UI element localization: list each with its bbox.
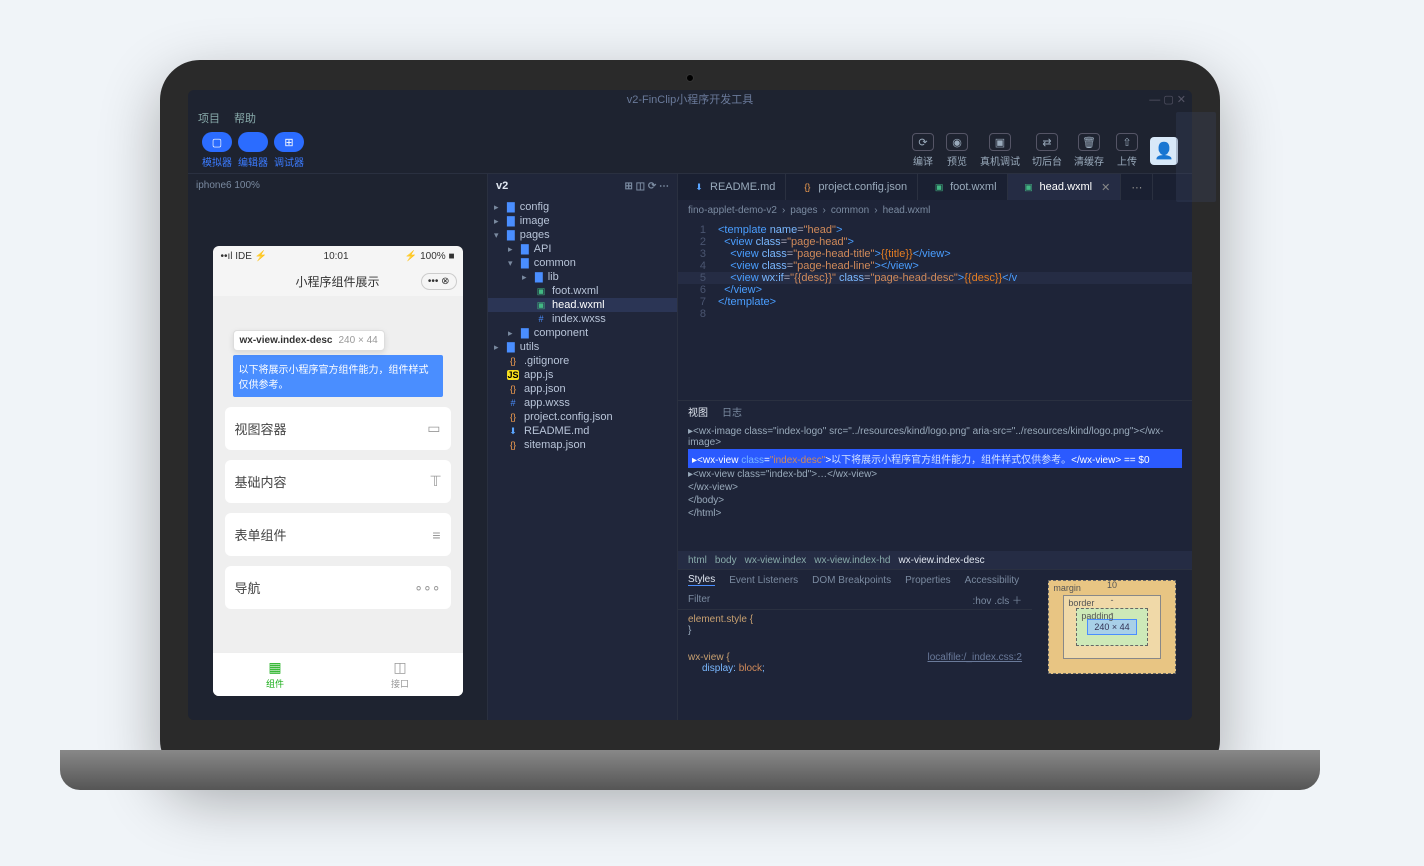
tab-api[interactable]: ◫接口 <box>338 653 463 696</box>
camera-notch <box>686 74 694 82</box>
explorer-header: v2 ⊞ ◫ ⟳ ⋯ <box>488 174 677 198</box>
tree-pages[interactable]: ▾▇pages <box>488 228 677 242</box>
code-editor[interactable]: 1<template name="head">2 <view class="pa… <box>678 220 1192 400</box>
tree-index.wxss[interactable]: #index.wxss <box>488 312 677 326</box>
tree-README.md[interactable]: ⬇README.md <box>488 424 677 438</box>
action-预览[interactable]: ◉预览 <box>946 133 968 168</box>
toolbar-编辑器[interactable]: 编辑器 <box>238 132 268 169</box>
toolbar-调试器[interactable]: ⊞调试器 <box>274 132 304 169</box>
tree-head.wxml[interactable]: ▣head.wxml <box>488 298 677 312</box>
tree-API[interactable]: ▸▇API <box>488 242 677 256</box>
phone-navbar: 小程序组件展示 ••• ⊗ <box>213 266 463 296</box>
simulator-device-label: iphone6 100% <box>188 174 487 196</box>
tab-component[interactable]: ▦组件 <box>213 653 338 696</box>
toolbar: ▢模拟器编辑器⊞调试器 ⟳编译 ◉预览 ▣真机调试 ⇄切后台 🗑清缓存 ⇧上传 👤 <box>188 128 1192 174</box>
app-screen: v2-FinClip小程序开发工具 — ▢ ✕ 项目 帮助 ▢模拟器编辑器⊞调试… <box>188 90 1192 720</box>
tree-app.wxss[interactable]: #app.wxss <box>488 396 677 410</box>
selected-element[interactable]: 以下将展示小程序官方组件能力，组件样式仅供参考。 <box>233 355 443 397</box>
explorer-actions[interactable]: ⊞ ◫ ⟳ ⋯ <box>624 181 669 192</box>
editor-panel: ⬇README.md{}project.config.json▣foot.wxm… <box>678 174 1192 720</box>
tree-config[interactable]: ▸▇config <box>488 200 677 214</box>
action-编译[interactable]: ⟳编译 <box>912 133 934 168</box>
action-切后台[interactable]: ⇄切后台 <box>1032 133 1062 168</box>
box-model: margin 10 border - padding - 240 × 44 <box>1032 570 1192 720</box>
tab-foot.wxml[interactable]: ▣foot.wxml <box>918 174 1007 200</box>
file-explorer: v2 ⊞ ◫ ⟳ ⋯ ▸▇config▸▇image▾▇pages▸▇API▾▇… <box>488 174 678 720</box>
tree-app.js[interactable]: JSapp.js <box>488 368 677 382</box>
tree-utils[interactable]: ▸▇utils <box>488 340 677 354</box>
window-title: v2-FinClip小程序开发工具 <box>627 91 754 107</box>
dom-breadcrumb[interactable]: htmlbodywx-view.indexwx-view.index-hdwx-… <box>678 551 1192 569</box>
tree-app.json[interactable]: {}app.json <box>488 382 677 396</box>
styles-filter-actions[interactable]: :hov .cls ＋ <box>973 592 1022 607</box>
window-controls[interactable]: — ▢ ✕ <box>1149 93 1186 106</box>
tree-.gitignore[interactable]: {}.gitignore <box>488 354 677 368</box>
menu-project[interactable]: 项目 <box>198 110 220 126</box>
tab-head.wxml[interactable]: ▣head.wxml✕ <box>1008 174 1122 200</box>
user-avatar[interactable]: 👤 <box>1150 137 1178 165</box>
devtools-panel: 视图 日志 ▸<wx-image class="index-logo" src=… <box>678 400 1192 720</box>
tree-common[interactable]: ▾▇common <box>488 256 677 270</box>
breadcrumb: fino-applet-demo-v2 › pages › common › h… <box>678 200 1192 220</box>
simulator-panel: iphone6 100% ••ıl IDE ⚡ 10:01 ⚡ 100% ■ 小… <box>188 174 488 720</box>
phone-tabbar: ▦组件 ◫接口 <box>213 652 463 696</box>
tab-README.md[interactable]: ⬇README.md <box>678 174 786 200</box>
styles-rules[interactable]: element.style {}</span><div class="sel-n… <box>678 610 1032 678</box>
tree-project.config.json[interactable]: {}project.config.json <box>488 410 677 424</box>
tabs-overflow[interactable]: ⋯ <box>1121 174 1153 200</box>
tree-image[interactable]: ▸▇image <box>488 214 677 228</box>
window-titlebar: v2-FinClip小程序开发工具 — ▢ ✕ <box>188 90 1192 108</box>
phone-body: wx-view.index-desc 240 × 44 以下将展示小程序官方组件… <box>213 296 463 652</box>
styles-filter[interactable]: Filter <box>688 594 710 605</box>
phone-simulator: ••ıl IDE ⚡ 10:01 ⚡ 100% ■ 小程序组件展示 ••• ⊗ … <box>213 246 463 696</box>
devtools-top-tabs: 视图 日志 <box>678 401 1192 421</box>
tree-sitemap.json[interactable]: {}sitemap.json <box>488 438 677 452</box>
list-item[interactable]: 导航∘∘∘ <box>225 566 451 609</box>
inspect-tooltip: wx-view.index-desc 240 × 44 <box>233 330 385 351</box>
styles-filter-row: Filter :hov .cls ＋ <box>678 590 1032 610</box>
main-area: iphone6 100% ••ıl IDE ⚡ 10:01 ⚡ 100% ■ 小… <box>188 174 1192 720</box>
elements-panel[interactable]: ▸<wx-image class="index-logo" src="../re… <box>678 421 1192 551</box>
menu-help[interactable]: 帮助 <box>234 110 256 126</box>
laptop-frame: v2-FinClip小程序开发工具 — ▢ ✕ 项目 帮助 ▢模拟器编辑器⊞调试… <box>160 60 1220 780</box>
action-上传[interactable]: ⇧上传 <box>1116 133 1138 168</box>
list-item[interactable]: 视图容器▭ <box>225 407 451 450</box>
toolbar-模拟器[interactable]: ▢模拟器 <box>202 132 232 169</box>
tab-project.config.json[interactable]: {}project.config.json <box>786 174 918 200</box>
dom-selected-node[interactable]: ▸<wx-view class="index-desc">以下将展示小程序官方组… <box>688 449 1182 468</box>
action-真机调试[interactable]: ▣真机调试 <box>980 133 1020 168</box>
action-清缓存[interactable]: 🗑清缓存 <box>1074 133 1104 168</box>
tree-component[interactable]: ▸▇component <box>488 326 677 340</box>
tree-lib[interactable]: ▸▇lib <box>488 270 677 284</box>
capsule-button[interactable]: ••• ⊗ <box>421 273 457 290</box>
menubar: 项目 帮助 <box>188 108 1192 128</box>
phone-statusbar: ••ıl IDE ⚡ 10:01 ⚡ 100% ■ <box>213 246 463 266</box>
list-item[interactable]: 表单组件≡ <box>225 513 451 556</box>
tree-foot.wxml[interactable]: ▣foot.wxml <box>488 284 677 298</box>
styles-tabs: StylesEvent ListenersDOM BreakpointsProp… <box>678 570 1032 590</box>
list-item[interactable]: 基础内容𝕋 <box>225 460 451 503</box>
